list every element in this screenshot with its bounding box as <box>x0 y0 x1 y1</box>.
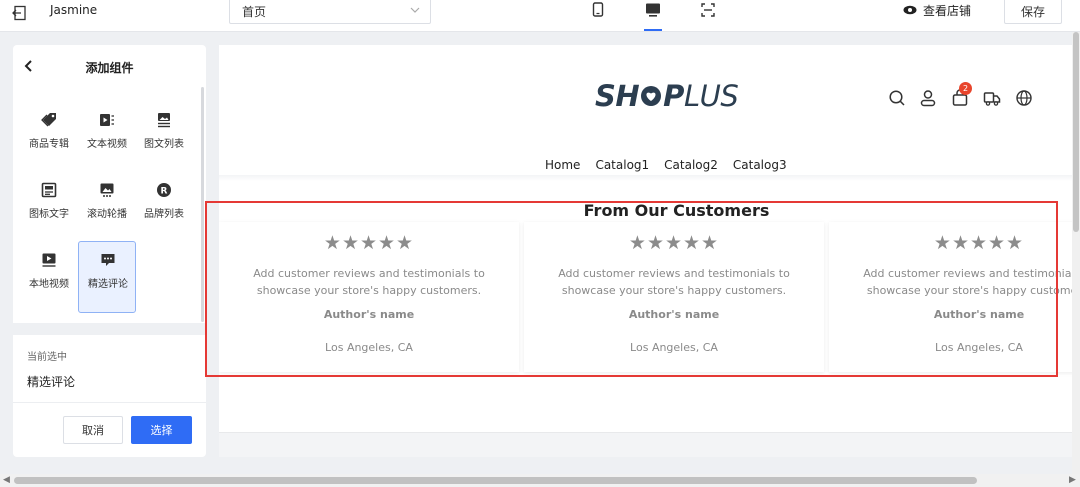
user-icon[interactable] <box>919 89 937 107</box>
panel-scrollbar[interactable] <box>201 87 204 322</box>
component-text-video[interactable]: 文本视频 <box>78 102 136 172</box>
image-list-icon <box>158 113 170 128</box>
mobile-device-icon[interactable] <box>590 2 606 18</box>
carousel-icon <box>100 183 114 197</box>
component-label: 文本视频 <box>87 139 127 150</box>
panel-divider <box>13 323 206 335</box>
logo-text-p: P <box>663 79 684 113</box>
current-selection-value: 精选评论 <box>27 375 76 389</box>
video-text-icon <box>100 114 114 126</box>
component-label: 精选评论 <box>88 279 128 290</box>
icon-text-icon <box>41 182 57 198</box>
select-button[interactable]: 选择 <box>131 416 192 444</box>
save-button[interactable]: 保存 <box>1004 0 1062 24</box>
shipping-icon[interactable] <box>983 89 1001 107</box>
component-label: 本地视频 <box>29 279 69 290</box>
nav-item-catalog1[interactable]: Catalog1 <box>595 158 649 172</box>
svg-text:R: R <box>161 187 168 197</box>
scrollbar-thumb[interactable] <box>14 477 977 484</box>
search-icon[interactable] <box>888 89 906 107</box>
local-video-icon <box>42 253 56 267</box>
component-carousel[interactable]: 滚动轮播 <box>78 172 136 242</box>
logo-heart-icon <box>641 86 662 106</box>
view-store-button[interactable]: 查看店铺 <box>903 2 971 18</box>
scroll-left-icon[interactable]: ◀ <box>3 475 10 485</box>
component-local-video[interactable]: 本地视频 <box>20 242 78 312</box>
fullscreen-icon[interactable] <box>700 2 716 18</box>
page-select[interactable]: 首页 <box>229 0 431 24</box>
globe-icon[interactable] <box>1015 89 1033 107</box>
desktop-device-icon[interactable] <box>645 2 661 18</box>
preview-scrollbar[interactable] <box>1072 32 1080 487</box>
current-selection-label: 当前选中 <box>27 352 67 363</box>
add-component-panel: 添加组件 商品专辑 文本视频 图文列表 图标文字 滚动轮播 R 品牌列表 本地视… <box>13 45 206 457</box>
horizontal-scrollbar[interactable]: ◀ ▶ <box>0 474 1080 487</box>
component-label: 品牌列表 <box>144 209 184 220</box>
nav-item-catalog3[interactable]: Catalog3 <box>733 158 787 172</box>
preview-footer <box>219 432 1080 457</box>
tag-icon <box>41 113 56 127</box>
store-name: Jasmine <box>50 3 98 17</box>
component-product-album[interactable]: 商品专辑 <box>20 102 78 172</box>
component-label: 商品专辑 <box>29 139 69 150</box>
component-featured-reviews[interactable]: 精选评论 <box>78 241 136 313</box>
view-store-label: 查看店铺 <box>923 3 972 18</box>
component-brand-list[interactable]: R 品牌列表 <box>135 172 193 242</box>
exit-icon[interactable] <box>12 5 28 21</box>
component-label: 滚动轮播 <box>87 209 127 220</box>
page-select-value: 首页 <box>242 5 267 19</box>
component-label: 图文列表 <box>144 139 184 150</box>
cart-count-badge: 2 <box>959 82 972 95</box>
eye-icon <box>903 5 917 15</box>
panel-title: 添加组件 <box>85 61 134 75</box>
cancel-button[interactable]: 取消 <box>63 416 123 444</box>
panel-header: 添加组件 <box>13 45 206 89</box>
brand-icon: R <box>157 183 171 197</box>
nav-item-home[interactable]: Home <box>545 158 580 172</box>
component-label: 图标文字 <box>29 209 69 220</box>
store-nav: Home Catalog1 Catalog2 Catalog3 <box>545 158 787 172</box>
divider <box>13 402 206 403</box>
component-icon-text[interactable]: 图标文字 <box>20 172 78 242</box>
component-image-list[interactable]: 图文列表 <box>135 102 193 172</box>
shoplus-logo[interactable]: SH P LUS <box>595 79 739 113</box>
comment-icon <box>101 254 115 266</box>
logo-text-start: SH <box>595 79 640 113</box>
logo-text-end: LUS <box>683 79 739 113</box>
top-bar: Jasmine 首页 查看店铺 保存 <box>0 0 1080 32</box>
selected-section-highlight <box>205 201 1058 377</box>
scroll-right-icon[interactable]: ▶ <box>1069 475 1076 485</box>
chevron-down-icon <box>410 7 420 13</box>
scrollbar-thumb[interactable] <box>1073 32 1079 232</box>
active-device-indicator <box>644 29 662 31</box>
nav-item-catalog2[interactable]: Catalog2 <box>664 158 718 172</box>
nav-divider <box>219 175 1080 181</box>
